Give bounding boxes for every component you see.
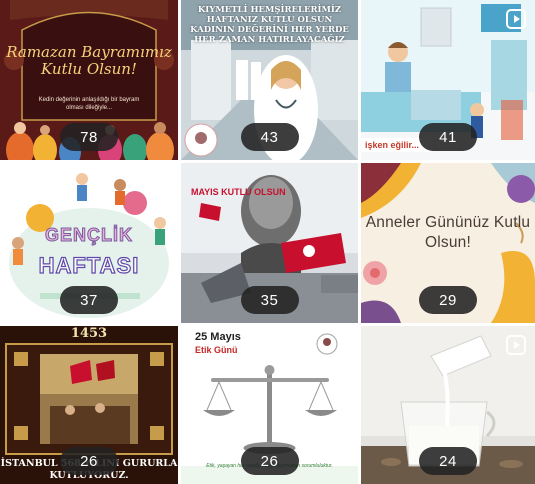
post-tile-ethics-day[interactable]: 25 MayısEtik Günü Etik, yaşayan her varl… xyxy=(181,326,358,484)
tile-year: 1453 xyxy=(70,326,108,341)
tile-subheading: Etik Günü xyxy=(195,345,238,355)
post-tile-19-mayis[interactable]: MAYIS KUTLU OLSUN 35 xyxy=(181,163,358,323)
view-count-badge: 26 xyxy=(60,447,118,475)
tile-subtitle: Kedin değerinin anlaşıldığı bir bayram o… xyxy=(38,97,140,111)
post-tile-youth-week[interactable]: GENÇLİK HAFTASI 37 xyxy=(0,163,178,323)
reel-icon xyxy=(506,335,526,355)
post-tile-istanbul-1453[interactable]: 1453 İSTANBUL 568.YILINI GURURLA KUTLUYO… xyxy=(0,326,178,484)
post-tile-nurses[interactable]: KIYMETLİ HEMŞİRELERİMİZ HAFTANIZ KUTLU O… xyxy=(181,0,358,160)
view-count-badge: 78 xyxy=(60,123,118,151)
reel-icon xyxy=(506,9,526,29)
view-count-badge: 41 xyxy=(419,123,477,151)
post-tile-kitchen-reel[interactable]: işken eğilir... 41 xyxy=(361,0,535,160)
tile-title-line1: GENÇLİK xyxy=(45,225,133,246)
view-count-badge: 26 xyxy=(240,447,299,475)
post-tile-milk-reel[interactable]: 24 xyxy=(361,326,535,484)
tile-title: Ramazan Bayramımız Kutlu Olsun! xyxy=(6,43,172,78)
tile-caption: MAYIS KUTLU OLSUN xyxy=(191,187,286,197)
view-count-badge: 35 xyxy=(240,286,299,314)
view-count-badge: 29 xyxy=(419,286,477,314)
tile-heading: 25 Mayıs Etik Günü xyxy=(195,331,241,355)
view-count-badge: 43 xyxy=(240,123,299,151)
post-grid: Ramazan Bayramımız Kutlu Olsun! Kedin de… xyxy=(0,0,535,484)
tile-caption: KIYMETLİ HEMŞİRELERİMİZ HAFTANIZ KUTLU O… xyxy=(190,5,349,45)
tile-message: Anneler Gününüz Kutlu Olsun! xyxy=(365,214,531,251)
view-count-badge: 37 xyxy=(60,286,118,314)
post-tile-mothers-day[interactable]: Anneler Gününüz Kutlu Olsun! 29 xyxy=(361,163,535,323)
post-tile-ramazan[interactable]: Ramazan Bayramımız Kutlu Olsun! Kedin de… xyxy=(0,0,178,160)
view-count-badge: 24 xyxy=(419,447,477,475)
tile-title-line2: HAFTASI xyxy=(38,252,140,278)
